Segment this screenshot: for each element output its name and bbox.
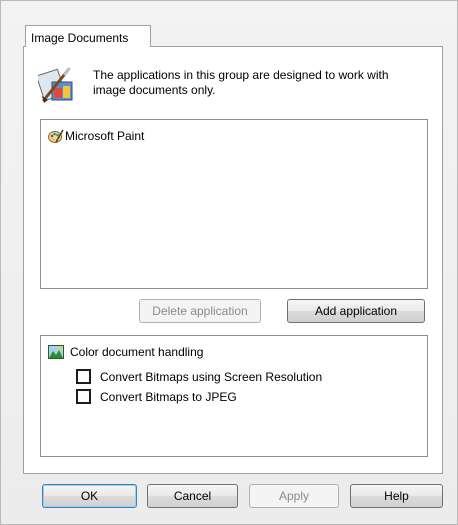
option-convert-jpeg[interactable]: Convert Bitmaps to JPEG bbox=[76, 389, 237, 404]
dialog-window: Image Documents The applications in this… bbox=[0, 0, 458, 525]
tab-panel: The applications in this group are desig… bbox=[23, 46, 443, 474]
ok-button[interactable]: OK bbox=[42, 484, 137, 508]
option-label: Convert Bitmaps using Screen Resolution bbox=[100, 369, 323, 384]
paint-palette-icon bbox=[48, 128, 64, 144]
screen-resolution-checkbox[interactable] bbox=[76, 369, 91, 384]
color-image-icon bbox=[48, 345, 64, 359]
color-document-handling-header: Color document handling bbox=[48, 345, 203, 359]
application-list[interactable]: Microsoft Paint bbox=[40, 119, 428, 289]
help-button[interactable]: Help bbox=[350, 484, 443, 508]
application-name: Microsoft Paint bbox=[65, 129, 145, 143]
apply-button[interactable]: Apply bbox=[249, 484, 339, 508]
tab-image-documents[interactable]: Image Documents bbox=[25, 25, 151, 47]
option-screen-resolution[interactable]: Convert Bitmaps using Screen Resolution bbox=[76, 369, 322, 384]
delete-application-button[interactable]: Delete application bbox=[139, 299, 261, 323]
group-description: The applications in this group are desig… bbox=[93, 68, 389, 97]
option-label: Convert Bitmaps to JPEG bbox=[100, 389, 237, 404]
document-options-box: Color document handling Convert Bitmaps … bbox=[40, 335, 428, 457]
convert-jpeg-checkbox[interactable] bbox=[76, 389, 91, 404]
paint-tools-icon bbox=[35, 66, 76, 104]
options-header-label: Color document handling bbox=[70, 345, 204, 359]
cancel-button[interactable]: Cancel bbox=[147, 484, 238, 508]
list-item-microsoft-paint[interactable]: Microsoft Paint bbox=[48, 128, 144, 144]
add-application-button[interactable]: Add application bbox=[287, 299, 425, 323]
